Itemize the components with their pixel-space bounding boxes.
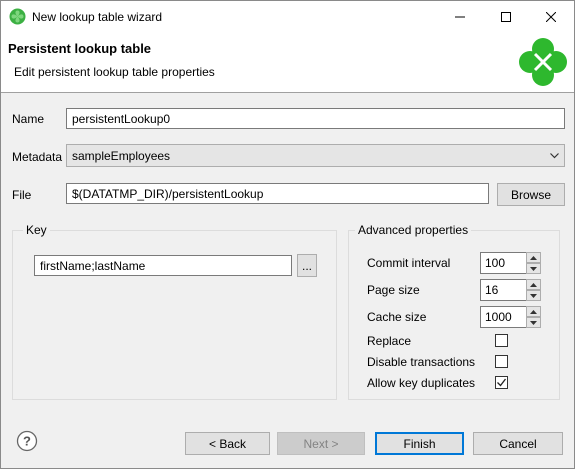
cancel-button[interactable]: Cancel xyxy=(473,432,563,455)
minimize-button[interactable] xyxy=(437,1,483,32)
page-size-field[interactable]: 16 xyxy=(480,279,526,301)
chevron-down-icon xyxy=(530,320,537,325)
svg-text:?: ? xyxy=(23,434,31,449)
name-label: Name xyxy=(12,112,45,126)
close-icon xyxy=(546,11,556,22)
page-size-label: Page size xyxy=(367,283,420,297)
minimize-icon xyxy=(455,16,465,17)
maximize-button[interactable] xyxy=(483,1,529,32)
cache-size-field[interactable]: 1000 xyxy=(480,306,526,328)
chevron-down-icon xyxy=(530,293,537,298)
page-size-spinner[interactable]: 16 xyxy=(480,279,541,301)
key-field[interactable]: firstName;lastName xyxy=(34,255,292,276)
title-bar: New lookup table wizard xyxy=(1,1,574,32)
window-title: New lookup table wizard xyxy=(32,10,163,24)
replace-label: Replace xyxy=(367,334,412,348)
disable-transactions-label: Disable transactions xyxy=(367,355,476,369)
chevron-down-icon xyxy=(550,153,559,159)
chevron-up-icon xyxy=(530,255,537,260)
commit-interval-field[interactable]: 100 xyxy=(480,252,526,274)
wizard-window: New lookup table wizard Persistent looku… xyxy=(0,0,575,469)
finish-button[interactable]: Finish xyxy=(375,432,464,455)
file-field[interactable]: $(DATATMP_DIR)/persistentLookup xyxy=(66,183,489,204)
spinner-down-button[interactable] xyxy=(526,317,541,328)
checkmark-icon xyxy=(497,378,507,387)
page-description: Edit persistent lookup table properties xyxy=(14,65,215,79)
browse-button[interactable]: Browse xyxy=(497,183,565,206)
chevron-up-icon xyxy=(530,309,537,314)
replace-checkbox[interactable] xyxy=(495,334,508,347)
cache-size-label: Cache size xyxy=(367,310,427,324)
metadata-label: Metadata xyxy=(12,150,63,164)
allow-key-duplicates-label: Allow key duplicates xyxy=(367,376,476,390)
page-title: Persistent lookup table xyxy=(8,41,152,56)
commit-interval-label: Commit interval xyxy=(367,256,451,270)
spinner-down-button[interactable] xyxy=(526,263,541,274)
commit-interval-spinner[interactable]: 100 xyxy=(480,252,541,274)
cache-size-spinner[interactable]: 1000 xyxy=(480,306,541,328)
spinner-down-button[interactable] xyxy=(526,290,541,301)
wizard-header: Persistent lookup table Edit persistent … xyxy=(1,32,574,93)
spinner-up-button[interactable] xyxy=(526,279,541,290)
chevron-up-icon xyxy=(530,282,537,287)
allow-key-duplicates-checkbox[interactable] xyxy=(495,376,508,389)
metadata-selected-value: sampleEmployees xyxy=(72,149,171,163)
close-button[interactable] xyxy=(528,1,574,32)
key-edit-button[interactable]: ... xyxy=(297,254,317,277)
chevron-down-icon xyxy=(530,266,537,271)
metadata-select[interactable]: sampleEmployees xyxy=(66,144,565,167)
disable-transactions-checkbox[interactable] xyxy=(495,355,508,368)
clover-icon xyxy=(9,8,26,25)
help-icon[interactable]: ? xyxy=(16,430,38,452)
spinner-up-button[interactable] xyxy=(526,252,541,263)
clover-logo xyxy=(518,37,568,87)
file-label: File xyxy=(12,188,32,202)
next-button[interactable]: Next > xyxy=(277,432,365,455)
key-group-title: Key xyxy=(23,223,50,237)
name-field[interactable]: persistentLookup0 xyxy=(66,108,565,129)
advanced-properties-title: Advanced properties xyxy=(355,223,472,237)
maximize-icon xyxy=(501,11,511,22)
back-button[interactable]: < Back xyxy=(185,432,270,455)
spinner-up-button[interactable] xyxy=(526,306,541,317)
